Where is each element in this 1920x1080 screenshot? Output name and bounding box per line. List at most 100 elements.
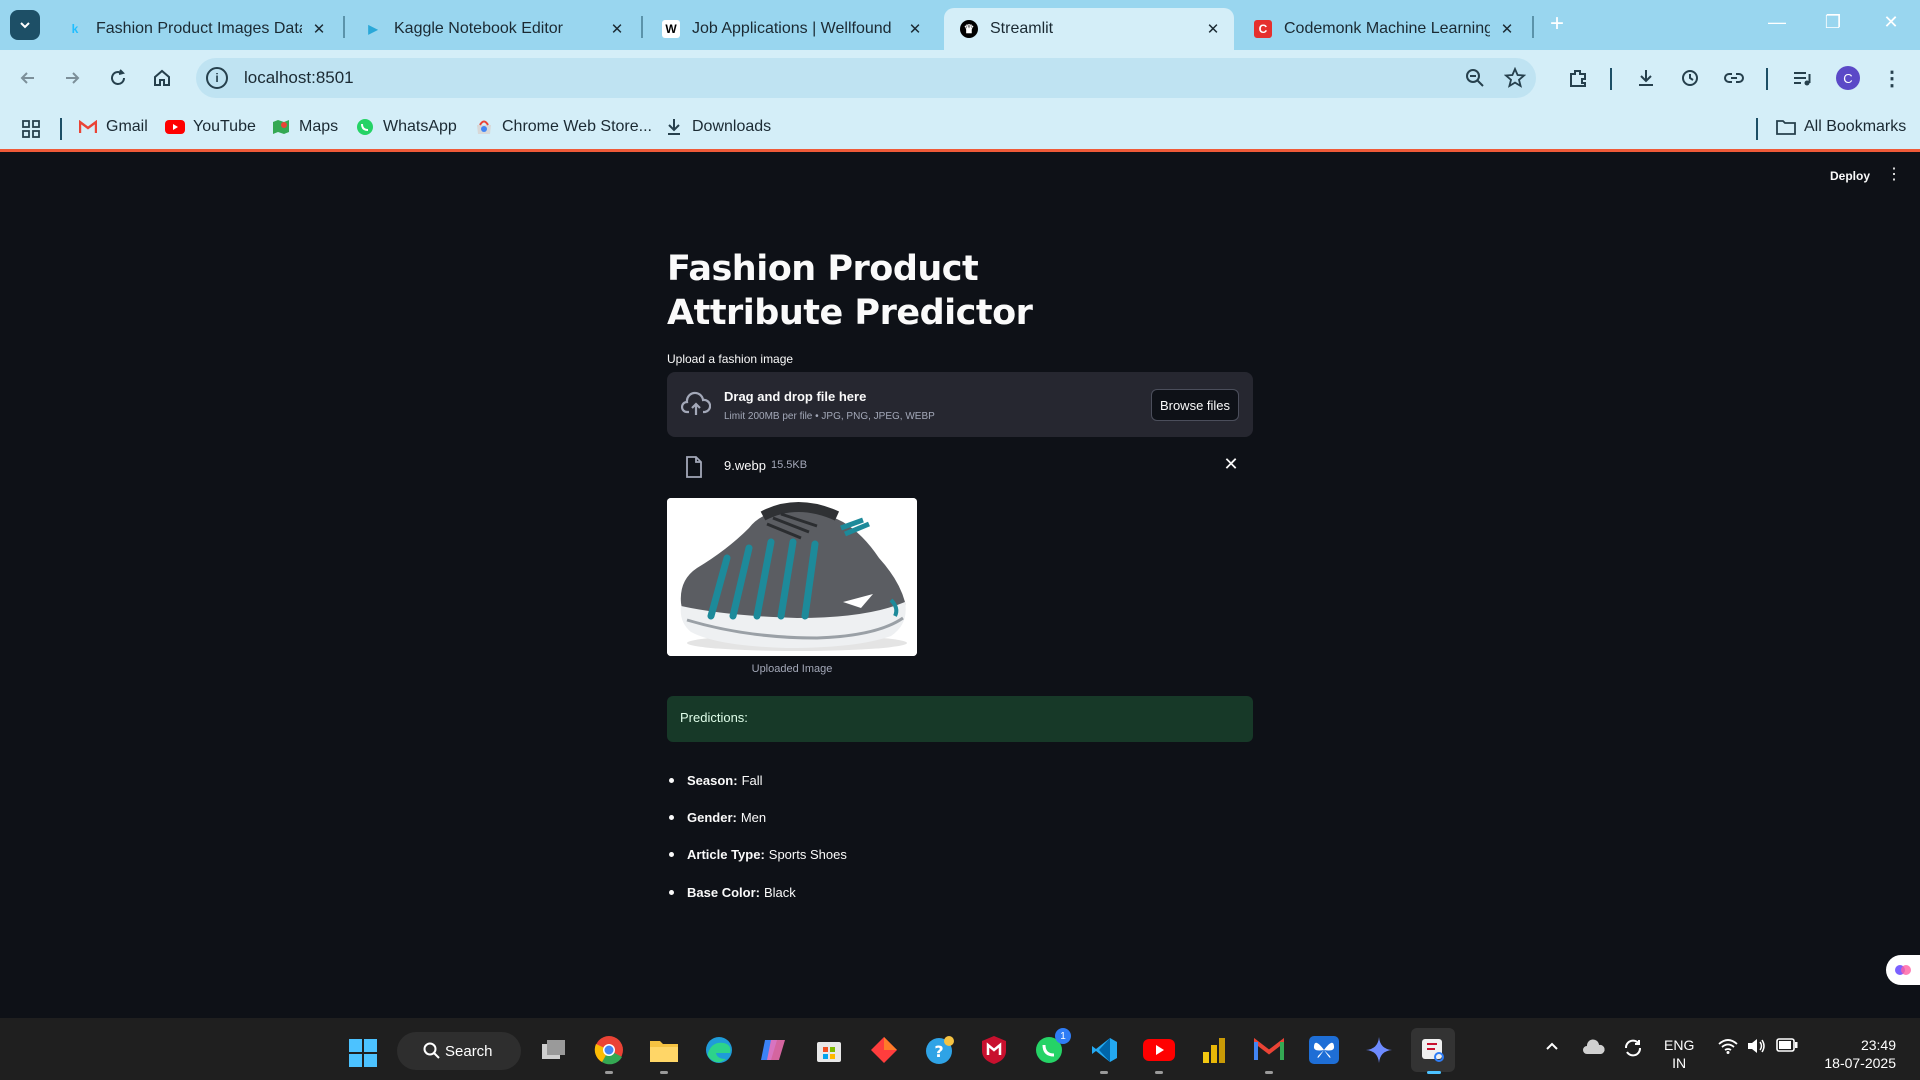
download-icon <box>664 118 684 136</box>
bookmark-whatsapp[interactable]: WhatsApp <box>355 118 457 136</box>
history-icon[interactable] <box>1678 66 1702 90</box>
input-language[interactable]: ENG IN <box>1664 1036 1694 1072</box>
butterfly-app-icon[interactable] <box>1308 1034 1340 1066</box>
chrome-menu-icon[interactable]: ⋮ <box>1880 66 1904 90</box>
close-tab-icon[interactable]: ✕ <box>1204 20 1222 38</box>
link-icon[interactable] <box>1722 66 1746 90</box>
volume-icon[interactable] <box>1746 1038 1766 1058</box>
copilot-icon[interactable] <box>758 1034 790 1066</box>
chevron-up-icon <box>1546 1042 1558 1050</box>
browse-files-button[interactable]: Browse files <box>1151 389 1239 421</box>
tab-separator <box>1532 16 1534 38</box>
media-controls-icon[interactable] <box>1790 66 1814 90</box>
tab-streamlit[interactable]: ♛ Streamlit ✕ <box>944 8 1234 50</box>
prediction-article-type: Article Type: Sports Shoes <box>667 842 847 866</box>
windows-taskbar: Search ? 1 ENG IN 23:49 18-07-2025 <box>0 1018 1920 1080</box>
home-button[interactable] <box>148 64 176 92</box>
url-text[interactable]: localhost:8501 <box>244 68 354 88</box>
predictions-success-box: Predictions: <box>667 696 1253 742</box>
help-app-icon[interactable]: ? <box>923 1034 955 1066</box>
close-tab-icon[interactable]: ✕ <box>310 20 328 38</box>
address-bar[interactable]: i localhost:8501 <box>196 58 1536 98</box>
bookmark-downloads[interactable]: Downloads <box>664 118 771 136</box>
tab-codemonk[interactable]: C Codemonk Machine Learning Ir ✕ <box>1238 8 1528 50</box>
sync-icon[interactable] <box>1622 1038 1644 1062</box>
bookmark-label: Maps <box>299 118 339 135</box>
folder-icon <box>1776 118 1796 136</box>
dropzone-instruction: Drag and drop file here <box>724 389 867 404</box>
show-hidden-icons[interactable] <box>1544 1038 1560 1058</box>
remove-file-icon[interactable]: ✕ <box>1221 454 1241 475</box>
deploy-button[interactable]: Deploy <box>1830 169 1870 183</box>
bookmark-youtube[interactable]: YouTube <box>165 118 256 136</box>
tab-separator <box>343 16 345 38</box>
microsoft-store-icon[interactable] <box>813 1034 845 1066</box>
close-window-icon[interactable]: ✕ <box>1876 12 1906 33</box>
task-view-icon[interactable] <box>538 1034 570 1066</box>
reload-button[interactable] <box>104 64 132 92</box>
vscode-icon[interactable] <box>1088 1034 1120 1074</box>
gmail-icon <box>78 118 98 136</box>
search-icon <box>423 1042 440 1059</box>
assistant-widget-button[interactable] <box>1886 955 1920 985</box>
gmail-taskbar-icon[interactable] <box>1253 1034 1285 1074</box>
bookmark-maps[interactable]: Maps <box>271 118 338 136</box>
all-bookmarks-button[interactable]: All Bookmarks <box>1776 118 1906 136</box>
extensions-icon[interactable] <box>1566 66 1590 90</box>
browser-toolbar: i localhost:8501 C ⋮ <box>0 50 1920 106</box>
apps-grid-icon[interactable] <box>20 118 42 140</box>
power-bi-icon[interactable] <box>1198 1034 1230 1066</box>
prediction-key: Gender: <box>687 809 737 825</box>
youtube-taskbar-icon[interactable] <box>1143 1034 1175 1074</box>
page-title: Fashion Product Attribute Predictor <box>667 249 1033 333</box>
site-info-icon[interactable]: i <box>206 67 228 89</box>
onedrive-icon[interactable] <box>1582 1038 1606 1060</box>
gemini-icon[interactable] <box>1363 1034 1395 1066</box>
download-icon[interactable] <box>1634 66 1658 90</box>
close-tab-icon[interactable]: ✕ <box>608 20 626 38</box>
wifi-icon[interactable] <box>1718 1038 1738 1058</box>
red-diamond-app-icon[interactable] <box>868 1034 900 1066</box>
new-tab-button[interactable]: + <box>1544 12 1570 38</box>
back-button[interactable] <box>14 64 42 92</box>
region-code: IN <box>1672 1055 1687 1071</box>
tab-title: Streamlit <box>990 20 1054 37</box>
minimize-icon[interactable]: — <box>1762 12 1792 33</box>
battery-icon[interactable] <box>1776 1038 1798 1056</box>
file-explorer-icon[interactable] <box>648 1034 680 1074</box>
close-tab-icon[interactable]: ✕ <box>906 20 924 38</box>
home-icon <box>154 69 170 86</box>
mcafee-icon[interactable] <box>978 1034 1010 1066</box>
prediction-value: Black <box>763 884 796 900</box>
tab-kaggle-notebook[interactable]: ▶ Kaggle Notebook Editor ✕ <box>348 8 638 50</box>
uploaded-file-row: 9.webp 15.5KB ✕ <box>667 448 1253 488</box>
tab-fashion-dataset[interactable]: k Fashion Product Images Datase ✕ <box>50 8 340 50</box>
prediction-value: Men <box>740 809 767 825</box>
bookmark-chrome-web-store[interactable]: Chrome Web Store... <box>474 118 652 136</box>
star-icon[interactable] <box>1504 67 1526 89</box>
file-dropzone[interactable]: Drag and drop file here Limit 200MB per … <box>667 372 1253 437</box>
profile-avatar[interactable]: C <box>1836 66 1860 90</box>
windows-start-icon[interactable] <box>348 1038 378 1068</box>
main-menu-icon[interactable]: ⋮ <box>1886 164 1902 184</box>
bullet <box>669 814 674 820</box>
svg-text:?: ? <box>934 1042 943 1061</box>
prediction-key: Season: <box>687 772 738 788</box>
chrome-taskbar-icon[interactable] <box>593 1034 625 1074</box>
edge-icon[interactable] <box>703 1034 735 1066</box>
forward-button[interactable] <box>58 64 86 92</box>
prediction-gender: Gender: Men <box>667 805 766 829</box>
tab-search-button[interactable] <box>10 10 40 40</box>
taskbar-search[interactable]: Search <box>397 1032 521 1070</box>
taskbar-clock[interactable]: 23:49 18-07-2025 <box>1814 1036 1896 1072</box>
bookmark-gmail[interactable]: Gmail <box>78 118 148 136</box>
close-tab-icon[interactable]: ✕ <box>1498 20 1516 38</box>
snipping-tool-icon[interactable] <box>1411 1028 1455 1074</box>
restore-icon[interactable]: ❐ <box>1818 12 1848 33</box>
zoom-icon[interactable] <box>1464 67 1486 89</box>
whatsapp-icon <box>355 118 375 136</box>
whatsapp-taskbar-icon[interactable]: 1 <box>1033 1028 1071 1066</box>
uploader-label: Upload a fashion image <box>667 352 794 366</box>
tab-title: Codemonk Machine Learning Ir <box>1284 20 1490 37</box>
tab-wellfound[interactable]: W Job Applications | Wellfound ✕ <box>646 8 936 50</box>
